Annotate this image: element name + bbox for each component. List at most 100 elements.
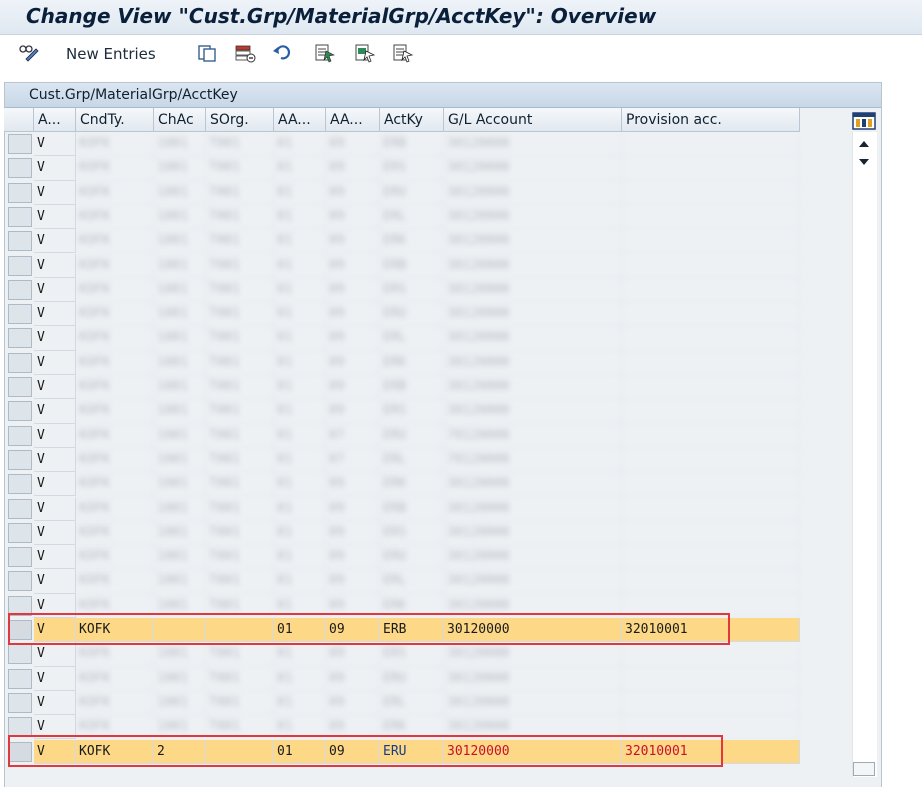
row-selector[interactable] bbox=[8, 182, 32, 203]
table-cell[interactable]: KOFK bbox=[76, 229, 154, 254]
table-cell[interactable] bbox=[622, 399, 800, 424]
table-cell[interactable]: V bbox=[34, 399, 76, 424]
table-cell[interactable]: 09 bbox=[326, 739, 380, 764]
table-cell[interactable]: T001 bbox=[206, 642, 274, 667]
table-cell[interactable]: 01 bbox=[274, 715, 326, 740]
table-cell[interactable]: KOFK bbox=[76, 277, 154, 303]
table-cell[interactable] bbox=[622, 690, 800, 716]
table-cell[interactable]: 30120000 bbox=[444, 690, 622, 716]
table-cell[interactable]: 09 bbox=[326, 618, 380, 643]
table-cell[interactable]: T001 bbox=[206, 399, 274, 424]
select-all-column-header[interactable] bbox=[4, 108, 34, 132]
table-cell[interactable] bbox=[622, 666, 800, 691]
table-cell[interactable]: ERK bbox=[380, 229, 444, 254]
table-cell[interactable] bbox=[622, 447, 800, 473]
row-selector[interactable] bbox=[8, 644, 32, 665]
row-selector[interactable] bbox=[8, 134, 32, 154]
display-change-icon[interactable] bbox=[18, 43, 40, 63]
table-cell[interactable]: V bbox=[34, 253, 76, 278]
select-block-icon[interactable] bbox=[354, 43, 376, 63]
row-selector[interactable] bbox=[8, 231, 32, 252]
table-cell[interactable]: T001 bbox=[206, 447, 274, 473]
table-cell[interactable]: V bbox=[34, 375, 76, 400]
table-cell[interactable] bbox=[622, 520, 800, 546]
table-cell[interactable]: 01 bbox=[274, 399, 326, 424]
table-row[interactable]: V KOFK 1001 T001 01 09 ERK 30120000 bbox=[4, 229, 804, 254]
table-cell[interactable]: 30120000 bbox=[444, 326, 622, 351]
table-row[interactable]: V KOFK 1001 T001 01 09 ERL 30120000 bbox=[4, 690, 804, 716]
table-cell[interactable] bbox=[622, 375, 800, 400]
table-cell[interactable] bbox=[206, 739, 274, 764]
table-cell[interactable]: V bbox=[34, 326, 76, 351]
table-cell[interactable]: V bbox=[34, 739, 76, 764]
table-cell[interactable]: V bbox=[34, 350, 76, 375]
row-selector[interactable] bbox=[8, 377, 32, 397]
row-selector[interactable] bbox=[8, 401, 32, 422]
table-cell[interactable]: ERS bbox=[380, 277, 444, 303]
table-cell[interactable]: 30120000 bbox=[444, 399, 622, 424]
table-cell[interactable]: 1001 bbox=[154, 472, 206, 497]
table-cell[interactable]: 30120000 bbox=[444, 739, 622, 764]
table-cell[interactable]: 09 bbox=[326, 204, 380, 230]
table-cell[interactable]: T001 bbox=[206, 715, 274, 740]
table-row[interactable]: V KOFK 1001 T001 01 09 ERK 30120000 bbox=[4, 715, 804, 740]
table-cell[interactable]: 1001 bbox=[154, 423, 206, 448]
row-selector[interactable] bbox=[8, 717, 32, 738]
table-cell[interactable]: 2 bbox=[154, 739, 206, 764]
column-header[interactable]: CndTy. bbox=[76, 108, 154, 132]
table-cell[interactable]: 01 bbox=[274, 569, 326, 594]
table-cell[interactable] bbox=[154, 618, 206, 643]
table-cell[interactable]: V bbox=[34, 642, 76, 667]
table-cell[interactable]: 09 bbox=[326, 715, 380, 740]
table-cell[interactable]: 09 bbox=[326, 253, 380, 278]
table-cell[interactable]: ERB bbox=[380, 253, 444, 278]
table-cell[interactable]: KOFK bbox=[76, 618, 154, 643]
table-cell[interactable]: 30120000 bbox=[444, 520, 622, 546]
table-cell[interactable]: T001 bbox=[206, 156, 274, 181]
table-cell[interactable]: 01 bbox=[274, 690, 326, 716]
table-cell[interactable] bbox=[622, 496, 800, 521]
table-cell[interactable]: 09 bbox=[326, 593, 380, 618]
table-row[interactable]: V KOFK 1001 T001 01 09 ERK 30120000 bbox=[4, 350, 804, 375]
table-cell[interactable]: 1001 bbox=[154, 666, 206, 691]
table-cell[interactable]: 09 bbox=[326, 496, 380, 521]
table-cell[interactable]: KOFK bbox=[76, 496, 154, 521]
table-cell[interactable]: V bbox=[34, 520, 76, 546]
table-row[interactable]: V KOFK 1001 T001 01 09 ERS 30120000 bbox=[4, 399, 804, 424]
table-cell[interactable] bbox=[622, 156, 800, 181]
table-cell[interactable]: ERB bbox=[380, 132, 444, 157]
table-cell[interactable] bbox=[622, 472, 800, 497]
table-cell[interactable]: T001 bbox=[206, 520, 274, 546]
table-cell[interactable]: 30120000 bbox=[444, 156, 622, 181]
row-selector[interactable] bbox=[8, 571, 32, 592]
table-cell[interactable]: KOFK bbox=[76, 666, 154, 691]
table-cell[interactable]: 70120000 bbox=[444, 423, 622, 448]
table-cell[interactable]: 30120000 bbox=[444, 715, 622, 740]
table-cell[interactable]: 1001 bbox=[154, 229, 206, 254]
table-cell[interactable]: ERL bbox=[380, 690, 444, 716]
table-cell[interactable]: V bbox=[34, 229, 76, 254]
column-header[interactable]: A... bbox=[34, 108, 76, 132]
table-cell[interactable]: 30120000 bbox=[444, 253, 622, 278]
table-cell[interactable] bbox=[622, 326, 800, 351]
table-cell[interactable]: V bbox=[34, 277, 76, 303]
table-cell[interactable]: 09 bbox=[326, 666, 380, 691]
table-cell[interactable]: ERK bbox=[380, 350, 444, 375]
table-cell[interactable]: 09 bbox=[326, 350, 380, 375]
delete-icon[interactable] bbox=[234, 43, 256, 63]
table-cell[interactable]: 70120000 bbox=[444, 447, 622, 473]
table-cell[interactable]: ERB bbox=[380, 618, 444, 643]
table-settings-icon[interactable] bbox=[852, 112, 876, 130]
table-cell[interactable]: 1001 bbox=[154, 375, 206, 400]
table-cell[interactable]: KOFK bbox=[76, 520, 154, 546]
table-cell[interactable]: 01 bbox=[274, 593, 326, 618]
table-cell[interactable]: 30120000 bbox=[444, 350, 622, 375]
table-cell[interactable]: T001 bbox=[206, 666, 274, 691]
table-cell[interactable]: 01 bbox=[274, 204, 326, 230]
table-cell[interactable]: 01 bbox=[274, 229, 326, 254]
table-cell[interactable]: KOFK bbox=[76, 447, 154, 473]
table-cell[interactable]: ERU bbox=[380, 545, 444, 570]
table-cell[interactable]: ERK bbox=[380, 593, 444, 618]
table-cell[interactable]: KOFK bbox=[76, 375, 154, 400]
table-cell[interactable]: 30120000 bbox=[444, 545, 622, 570]
